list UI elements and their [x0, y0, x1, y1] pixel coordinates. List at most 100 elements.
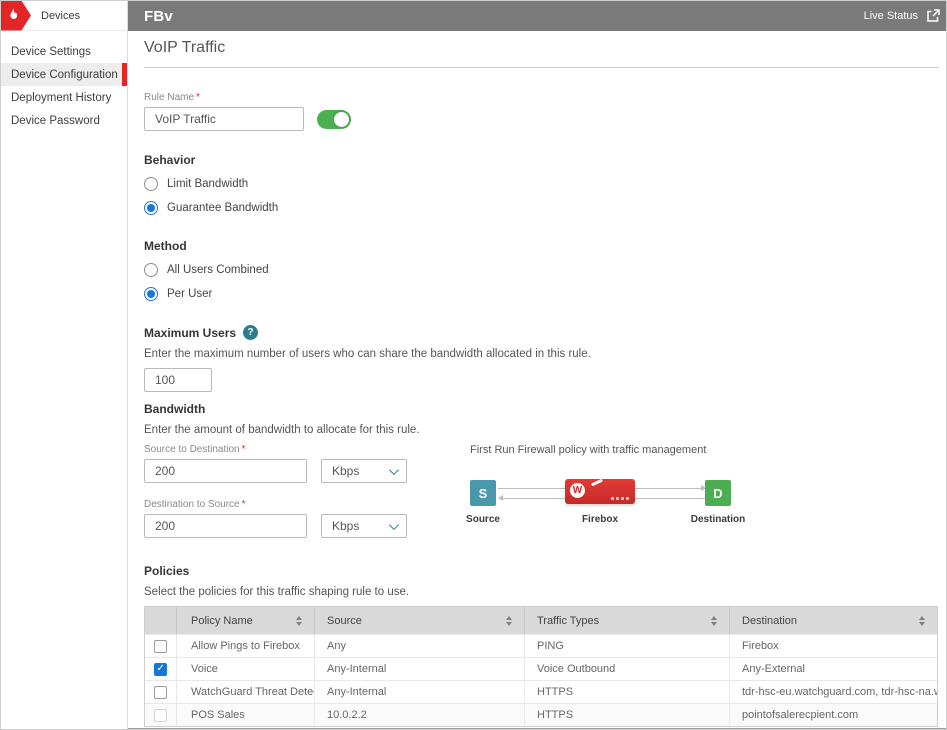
radio-all-users-combined[interactable]: All Users Combined: [144, 262, 938, 277]
sort-icon[interactable]: [919, 616, 925, 626]
header-traffic-types[interactable]: Traffic Types: [525, 607, 730, 634]
firebox-detail: [591, 479, 603, 487]
firebox-ports: [611, 497, 629, 500]
content-area: VoIP Traffic Rule Name* Behavior Limit B…: [128, 31, 947, 728]
destination-to-source-unit-select[interactable]: Kbps: [321, 514, 407, 538]
live-status-button[interactable]: Live Status: [864, 9, 940, 23]
table-row: POS Sales 10.0.2.2 HTTPS pointofsalerecp…: [145, 703, 937, 726]
chevron-down-icon: [389, 520, 399, 530]
watchguard-w-icon: W: [570, 483, 585, 498]
diagram-stage: S W D Source Firebox Destination: [470, 480, 780, 546]
radio-icon[interactable]: [144, 263, 158, 277]
external-link-icon: [926, 9, 940, 23]
maximum-users-heading: Maximum Users: [144, 326, 236, 340]
sort-icon[interactable]: [506, 616, 512, 626]
radio-per-user[interactable]: Per User: [144, 286, 938, 301]
cell-destination: tdr-hsc-eu.watchguard.com, tdr-hsc-na.wa…: [730, 681, 937, 703]
table-row: Allow Pings to Firebox Any PING Firebox: [145, 634, 937, 657]
cell-policy-name: WatchGuard Threat Detectio...: [177, 681, 315, 703]
required-asterisk: *: [242, 499, 246, 510]
device-title: FBv: [144, 8, 173, 25]
rule-name-label: Rule Name*: [144, 92, 938, 103]
live-status-label: Live Status: [864, 10, 918, 22]
radio-label: Per User: [167, 288, 212, 300]
sidebar-brand-label: Devices: [41, 10, 80, 22]
cell-source: Any: [315, 635, 525, 657]
arrowhead-left-icon: [498, 495, 503, 501]
page-title: VoIP Traffic: [144, 39, 938, 68]
bandwidth-section: Source to Destination* Kbps Destination …: [144, 444, 938, 546]
radio-label: Limit Bandwidth: [167, 178, 248, 190]
traffic-diagram: First Run Firewall policy with traffic m…: [470, 444, 780, 546]
sidebar-item-device-password[interactable]: Device Password: [1, 109, 127, 132]
sidebar-item-label: Device Settings: [11, 46, 91, 58]
cell-traffic-types: HTTPS: [525, 704, 730, 726]
table-header-row: Policy Name Source Traffic Types Destina…: [145, 607, 937, 634]
cell-destination: Any-External: [730, 658, 937, 680]
header-policy-name[interactable]: Policy Name: [177, 607, 315, 634]
sidebar-nav: Device Settings Device Configuration Dep…: [1, 31, 127, 132]
cell-policy-name: Voice: [177, 658, 315, 680]
firebox-appliance-icon: W: [565, 479, 635, 504]
cell-source: 10.0.2.2: [315, 704, 525, 726]
behavior-heading: Behavior: [144, 153, 938, 167]
sort-icon[interactable]: [296, 616, 302, 626]
bandwidth-description: Enter the amount of bandwidth to allocat…: [144, 424, 938, 436]
sidebar-item-device-configuration[interactable]: Device Configuration: [1, 63, 127, 86]
sidebar-brand-row: Devices: [1, 1, 127, 31]
unit-value: Kbps: [332, 464, 359, 478]
header-destination[interactable]: Destination: [730, 607, 937, 634]
cell-destination: Firebox: [730, 635, 937, 657]
required-asterisk: *: [242, 444, 246, 455]
question-icon[interactable]: ?: [243, 325, 258, 340]
row-checkbox[interactable]: [154, 686, 167, 699]
sidebar-item-label: Deployment History: [11, 92, 111, 104]
flame-icon: [7, 8, 19, 23]
cell-traffic-types: HTTPS: [525, 681, 730, 703]
row-checkbox[interactable]: [154, 663, 167, 676]
sidebar-item-deployment-history[interactable]: Deployment History: [1, 86, 127, 109]
destination-to-source-input[interactable]: [144, 514, 307, 538]
policies-table: Policy Name Source Traffic Types Destina…: [144, 606, 938, 727]
maximum-users-input[interactable]: [144, 368, 212, 392]
radio-icon[interactable]: [144, 177, 158, 191]
maximum-users-description: Enter the maximum number of users who ca…: [144, 348, 938, 360]
radio-label: Guarantee Bandwidth: [167, 202, 278, 214]
radio-label: All Users Combined: [167, 264, 269, 276]
cell-traffic-types: PING: [525, 635, 730, 657]
source-to-destination-unit-select[interactable]: Kbps: [321, 459, 407, 483]
table-row: Voice Any-Internal Voice Outbound Any-Ex…: [145, 657, 937, 680]
bandwidth-inputs: Source to Destination* Kbps Destination …: [144, 444, 434, 546]
radio-icon[interactable]: [144, 201, 158, 215]
row-checkbox[interactable]: [154, 709, 167, 722]
cell-source: Any-Internal: [315, 658, 525, 680]
rule-name-input[interactable]: [144, 107, 304, 131]
sidebar-item-device-settings[interactable]: Device Settings: [1, 40, 127, 63]
app-window: Devices Device Settings Device Configura…: [0, 0, 947, 730]
source-to-destination-input[interactable]: [144, 459, 307, 483]
firebox-node-label: Firebox: [565, 514, 635, 525]
method-heading: Method: [144, 239, 938, 253]
header-checkbox-cell: [145, 607, 177, 634]
sort-icon[interactable]: [711, 616, 717, 626]
sidebar-item-label: Device Password: [11, 115, 100, 127]
topbar: FBv Live Status: [128, 1, 947, 31]
radio-guarantee-bandwidth[interactable]: Guarantee Bandwidth: [144, 200, 938, 215]
policies-description: Select the policies for this traffic sha…: [144, 586, 938, 598]
required-asterisk: *: [196, 92, 200, 103]
cell-destination: pointofsalerecpient.com: [730, 704, 937, 726]
destination-node-label: Destination: [688, 514, 748, 525]
rule-enabled-toggle[interactable]: [317, 110, 351, 129]
radio-icon[interactable]: [144, 287, 158, 301]
row-checkbox[interactable]: [154, 640, 167, 653]
cell-policy-name: POS Sales: [177, 704, 315, 726]
header-source[interactable]: Source: [315, 607, 525, 634]
source-node: S: [470, 480, 496, 506]
destination-to-source-label: Destination to Source*: [144, 499, 434, 510]
radio-limit-bandwidth[interactable]: Limit Bandwidth: [144, 176, 938, 191]
rule-name-group: Rule Name*: [144, 92, 938, 131]
source-to-destination-label: Source to Destination*: [144, 444, 434, 455]
chevron-down-icon: [389, 465, 399, 475]
maximum-users-heading-row: Maximum Users ?: [144, 325, 938, 340]
sidebar-item-label: Device Configuration: [11, 69, 118, 81]
